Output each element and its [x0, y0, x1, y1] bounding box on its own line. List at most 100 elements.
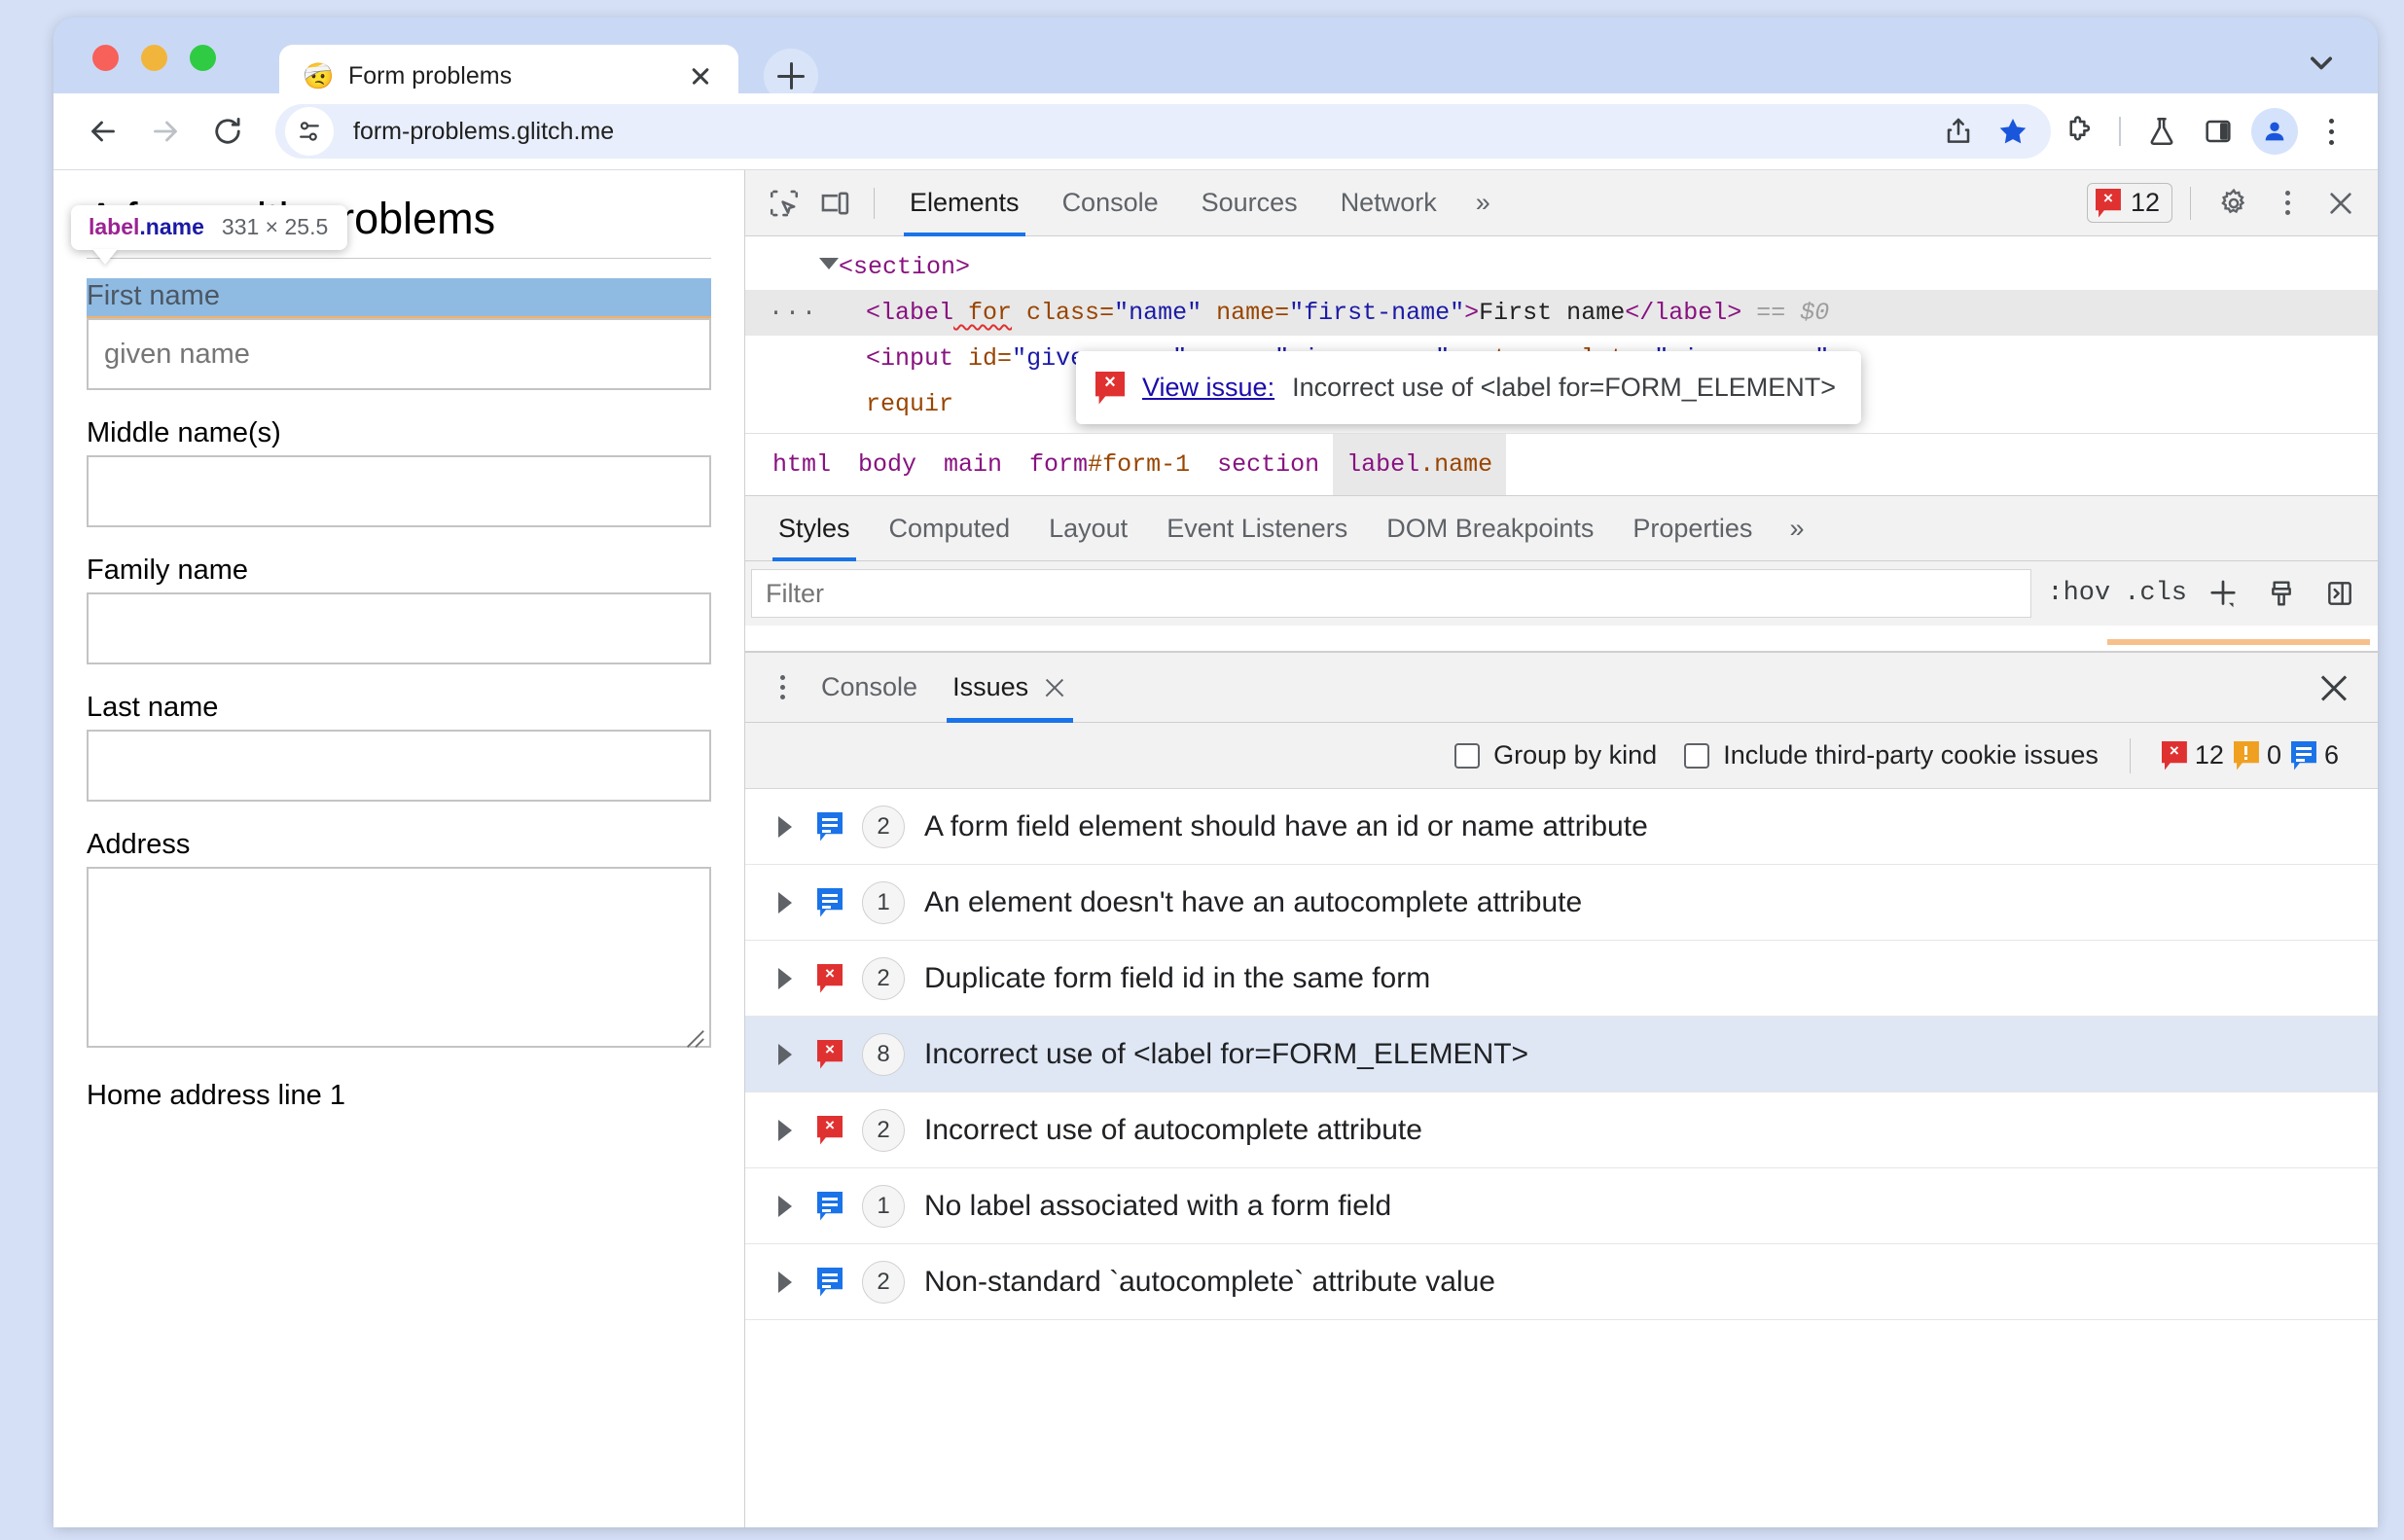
- three-dot-menu-icon[interactable]: [2304, 104, 2358, 159]
- site-settings-icon[interactable]: [285, 107, 334, 156]
- dom-line-label-selected[interactable]: ··· <label for class="name" name="first-…: [745, 290, 2378, 336]
- info-count-group[interactable]: 6: [2290, 740, 2339, 770]
- tooltip-class-name: .name: [139, 214, 204, 239]
- dom-token: =: [1274, 299, 1290, 327]
- drawer-tab-issues[interactable]: Issues: [935, 653, 1085, 723]
- devtools-tab-sources[interactable]: Sources: [1180, 170, 1319, 236]
- tab-dom-breakpoints[interactable]: DOM Breakpoints: [1367, 495, 1613, 561]
- breadcrumb-item-form[interactable]: form #form-1: [1016, 434, 1203, 496]
- issue-title: Incorrect use of autocomplete attribute: [924, 1113, 1422, 1146]
- devtools-tab-network[interactable]: Network: [1319, 170, 1458, 236]
- include-third-party-cookie-issues-checkbox[interactable]: Include third-party cookie issues: [1684, 740, 2099, 770]
- window-controls: [92, 45, 216, 71]
- warning-count-group[interactable]: 0: [2233, 740, 2281, 770]
- form-field-middle-name: Middle name(s): [87, 417, 711, 527]
- hov-toggle-button[interactable]: :hov: [2047, 579, 2110, 608]
- styles-filter-input[interactable]: [751, 569, 2032, 618]
- error-count-group[interactable]: × 12: [2161, 740, 2224, 770]
- resize-handle-icon[interactable]: [684, 1027, 705, 1049]
- info-icon: [817, 1191, 843, 1221]
- browser-toolbar: form-problems.glitch.me: [54, 93, 2378, 169]
- three-dot-menu-icon[interactable]: [2263, 191, 2312, 215]
- three-dot-menu-icon[interactable]: [761, 675, 804, 699]
- error-icon: ×: [817, 963, 843, 993]
- issue-row[interactable]: 2 A form field element should have an id…: [745, 789, 2378, 865]
- dom-ellipsis-badge[interactable]: ···: [769, 290, 818, 336]
- expand-caret-icon[interactable]: [778, 1043, 792, 1065]
- expand-caret-icon[interactable]: [778, 1271, 792, 1293]
- paintbrush-icon[interactable]: [2259, 571, 2304, 616]
- issue-row[interactable]: 2 Non-standard `autocomplete` attribute …: [745, 1244, 2378, 1320]
- star-filled-icon[interactable]: [1989, 107, 2037, 156]
- flask-icon[interactable]: [2135, 104, 2189, 159]
- breadcrumb-item-section[interactable]: section: [1203, 434, 1333, 496]
- maximize-window-button[interactable]: [190, 45, 216, 71]
- expand-caret-icon[interactable]: [778, 967, 792, 989]
- issue-title: A form field element should have an id o…: [924, 809, 1648, 842]
- inspect-element-icon[interactable]: [759, 178, 809, 229]
- dom-token: =: [997, 344, 1013, 373]
- issue-row[interactable]: 1 An element doesn't have an autocomplet…: [745, 865, 2378, 941]
- devtools-tab-elements[interactable]: Elements: [888, 170, 1041, 236]
- share-icon[interactable]: [1934, 107, 1983, 156]
- breadcrumb-item-html[interactable]: html: [759, 434, 844, 496]
- address-textarea[interactable]: [87, 867, 711, 1048]
- gear-icon[interactable]: [2208, 178, 2259, 229]
- more-tabs-icon[interactable]: »: [1772, 495, 1821, 561]
- tab-styles[interactable]: Styles: [759, 495, 870, 561]
- chevron-down-icon[interactable]: [2300, 41, 2343, 84]
- close-drawer-icon[interactable]: [2315, 670, 2352, 707]
- breadcrumb-item-main[interactable]: main: [930, 434, 1016, 496]
- issue-row[interactable]: × 2 Incorrect use of autocomplete attrib…: [745, 1092, 2378, 1168]
- puzzle-icon[interactable]: [2051, 104, 2105, 159]
- breadcrumb-item-body[interactable]: body: [844, 434, 930, 496]
- avatar[interactable]: [2247, 104, 2302, 159]
- reload-icon[interactable]: [201, 105, 254, 158]
- drawer-tab-label: Issues: [952, 672, 1029, 701]
- error-count-badge[interactable]: × 12: [2086, 183, 2172, 223]
- error-icon: ×: [817, 1039, 843, 1069]
- expand-caret-icon[interactable]: [778, 1195, 792, 1217]
- more-tabs-icon[interactable]: »: [1458, 170, 1508, 236]
- dom-issue-popover[interactable]: × View issue: Incorrect use of <label fo…: [1076, 351, 1862, 424]
- tab-layout[interactable]: Layout: [1029, 495, 1147, 561]
- devtools-tab-console[interactable]: Console: [1041, 170, 1180, 236]
- forward-arrow-icon[interactable]: [139, 105, 192, 158]
- cls-toggle-button[interactable]: .cls: [2124, 579, 2187, 608]
- close-window-button[interactable]: [92, 45, 119, 71]
- expand-caret-icon[interactable]: [778, 815, 792, 838]
- view-issue-link[interactable]: View issue:: [1142, 365, 1274, 411]
- address-bar[interactable]: form-problems.glitch.me: [275, 104, 2051, 159]
- close-tab-icon[interactable]: [1042, 675, 1067, 700]
- dom-line-section[interactable]: <section>: [745, 244, 2378, 290]
- panel-toggle-icon[interactable]: [2317, 571, 2362, 616]
- breadcrumb-item-label[interactable]: label .name: [1333, 433, 1507, 496]
- expand-caret-icon[interactable]: [778, 1119, 792, 1141]
- expand-caret-icon[interactable]: [778, 891, 792, 913]
- drawer-tab-console[interactable]: Console: [804, 653, 935, 723]
- last-name-input[interactable]: [87, 730, 711, 802]
- dom-tree[interactable]: <section> ··· <label for class="name" na…: [745, 236, 2378, 433]
- form-field-address: Address: [87, 829, 711, 1053]
- expand-caret-icon[interactable]: [819, 258, 839, 269]
- side-panel-icon[interactable]: [2191, 104, 2245, 159]
- first-name-input[interactable]: [87, 318, 711, 390]
- tab-computed[interactable]: Computed: [870, 495, 1030, 561]
- device-toolbar-icon[interactable]: [809, 178, 860, 229]
- issue-row[interactable]: 1 No label associated with a form field: [745, 1168, 2378, 1244]
- family-name-input[interactable]: [87, 592, 711, 664]
- group-by-kind-checkbox[interactable]: Group by kind: [1454, 740, 1657, 770]
- tab-properties[interactable]: Properties: [1613, 495, 1772, 561]
- styles-filter-row: :hov .cls: [745, 561, 2378, 626]
- checkbox-icon[interactable]: [1684, 742, 1710, 769]
- close-icon[interactable]: [2315, 178, 2366, 229]
- checkbox-icon[interactable]: [1454, 742, 1481, 769]
- issue-row[interactable]: × 8 Incorrect use of <label for=FORM_ELE…: [745, 1017, 2378, 1092]
- back-arrow-icon[interactable]: [77, 105, 129, 158]
- tab-event-listeners[interactable]: Event Listeners: [1147, 495, 1367, 561]
- close-tab-icon[interactable]: [684, 59, 717, 92]
- minimize-window-button[interactable]: [141, 45, 167, 71]
- issue-row[interactable]: × 2 Duplicate form field id in the same …: [745, 941, 2378, 1017]
- plus-icon[interactable]: [2201, 571, 2245, 616]
- middle-name-input[interactable]: [87, 455, 711, 527]
